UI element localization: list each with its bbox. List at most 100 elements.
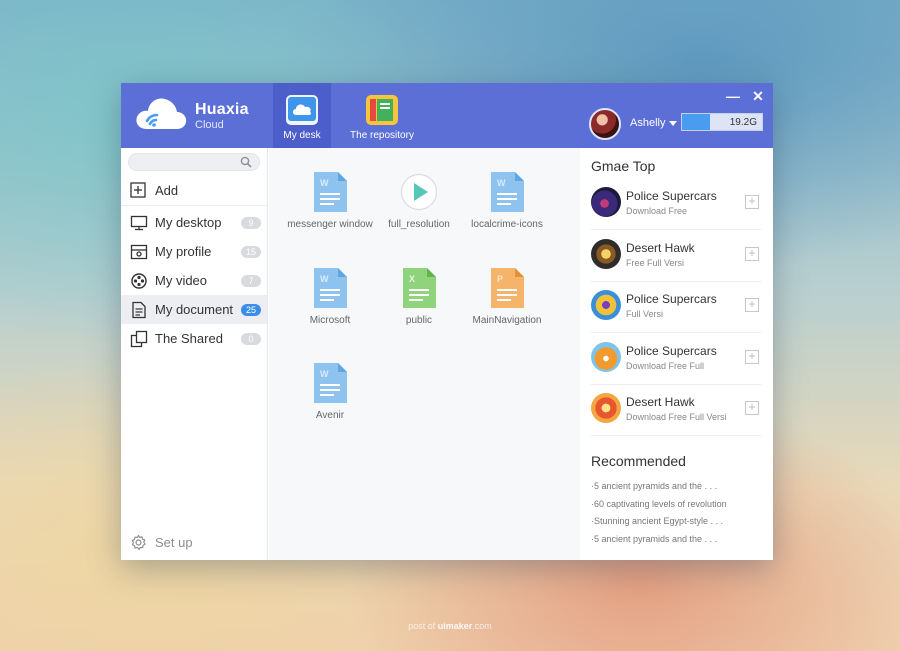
sidebar-item-my-profile[interactable]: My profile 15 <box>121 237 267 266</box>
word-file-icon: W <box>314 268 347 308</box>
sidebar-item-my-desktop[interactable]: My desktop 9 <box>121 208 267 237</box>
game-subtitle: Download Free <box>626 206 688 216</box>
svg-text:W: W <box>320 274 329 284</box>
file-item[interactable]: W messenger window <box>285 171 375 231</box>
file-item[interactable]: W Avenir <box>285 362 375 422</box>
file-item[interactable]: full_resolution <box>374 171 464 231</box>
recommended-link[interactable]: ·5 ancient pyramids and the . . . <box>591 481 717 491</box>
count-badge: 9 <box>241 216 261 229</box>
credit-prefix: post of <box>408 621 438 631</box>
file-name: messenger window <box>287 219 373 230</box>
shared-icon <box>130 330 148 347</box>
add-game-button[interactable]: + <box>745 195 759 209</box>
game-icon <box>591 187 621 217</box>
chevron-down-icon[interactable] <box>669 121 677 126</box>
game-icon <box>591 342 621 372</box>
sidebar-item-label: My desktop <box>155 215 222 230</box>
file-name: Microsoft <box>309 315 351 326</box>
file-item[interactable]: W Microsoft <box>285 267 375 327</box>
sidebar-item-label: My document <box>155 302 234 317</box>
profile-icon <box>130 244 148 259</box>
svg-text:X: X <box>409 274 415 284</box>
count-badge: 7 <box>241 274 261 287</box>
game-name: Police Supercars <box>626 292 717 306</box>
file-name: public <box>405 315 433 326</box>
add-game-button[interactable]: + <box>745 298 759 312</box>
add-game-button[interactable]: + <box>745 401 759 415</box>
recommended-link[interactable]: ·60 captivating levels of revolution <box>591 499 727 509</box>
game-item[interactable]: Desert Hawk Download Free Full Versi + <box>591 384 761 436</box>
credit-text: post of uimaker.com <box>0 621 900 631</box>
setup-button[interactable]: Set up <box>130 534 193 551</box>
avatar[interactable] <box>589 108 621 140</box>
game-item[interactable]: Desert Hawk Free Full Versi + <box>591 230 761 282</box>
app-window: Huaxia Cloud My desk The repository Ashe… <box>121 83 773 560</box>
plus-box-icon <box>130 182 146 198</box>
svg-text:W: W <box>320 178 329 188</box>
game-subtitle: Free Full Versi <box>626 258 685 268</box>
file-area: W messenger window full_resolution W loc… <box>269 148 580 560</box>
file-item[interactable]: W localcrime-icons <box>462 171 552 231</box>
game-icon <box>591 393 621 423</box>
close-button[interactable]: ✕ <box>751 89 765 103</box>
tab-the-repository[interactable]: The repository <box>345 83 419 148</box>
game-name: Police Supercars <box>626 344 717 358</box>
credit-suffix: .com <box>472 621 492 631</box>
storage-label: 19.2G <box>729 117 757 128</box>
svg-text:P: P <box>497 274 503 284</box>
file-item[interactable]: P MainNavigation <box>462 267 552 327</box>
file-name: MainNavigation <box>472 315 542 326</box>
game-item[interactable]: Police Supercars Full Versi + <box>591 281 761 333</box>
sidebar-item-label: My profile <box>155 244 212 259</box>
file-item[interactable]: X public <box>374 267 464 327</box>
count-badge: 0 <box>241 332 261 345</box>
file-name: full_resolution <box>388 219 450 230</box>
user-name[interactable]: Ashelly <box>630 117 665 129</box>
sidebar-item-my-video[interactable]: My video 7 <box>121 266 267 295</box>
add-button[interactable]: Add <box>130 180 178 200</box>
game-subtitle: Full Versi <box>626 309 664 319</box>
add-game-button[interactable]: + <box>745 350 759 364</box>
recommended-link[interactable]: ·Stunning ancient Egypt-style . . . <box>591 516 723 526</box>
game-item[interactable]: Police Supercars Download Free Full + <box>591 333 761 385</box>
setup-label: Set up <box>155 535 193 550</box>
count-badge: 15 <box>241 245 261 258</box>
game-name: Desert Hawk <box>626 395 695 409</box>
game-subtitle: Download Free Full Versi <box>626 412 727 422</box>
recommended-title: Recommended <box>591 453 686 469</box>
right-panel: Gmae Top Police Supercars Download Free … <box>581 148 773 560</box>
excel-file-icon: X <box>403 268 436 308</box>
cloud-logo-icon <box>136 98 187 129</box>
film-reel-icon <box>131 272 147 289</box>
monitor-icon <box>130 215 148 230</box>
document-icon <box>132 301 146 318</box>
ppt-file-icon: P <box>491 268 524 308</box>
credit-brand: uimaker <box>437 621 473 631</box>
storage-fill <box>682 114 710 130</box>
brand-name: Huaxia <box>195 101 249 118</box>
game-subtitle: Download Free Full <box>626 361 705 371</box>
tab-the-repository-label: The repository <box>350 130 414 141</box>
top-bar: Huaxia Cloud My desk The repository Ashe… <box>121 83 773 148</box>
word-file-icon: W <box>314 172 347 212</box>
search-input[interactable] <box>128 153 260 171</box>
file-name: Avenir <box>315 410 345 421</box>
cloud-icon <box>286 95 318 125</box>
sidebar-item-the-shared[interactable]: The Shared 0 <box>121 324 267 353</box>
tab-my-desk[interactable]: My desk <box>273 83 331 148</box>
brand-subtitle: Cloud <box>195 119 224 131</box>
svg-text:W: W <box>320 369 329 379</box>
storage-bar: 19.2G <box>681 113 763 131</box>
game-icon <box>591 290 621 320</box>
recommended-link[interactable]: ·5 ancient pyramids and the . . . <box>591 534 717 544</box>
game-name: Desert Hawk <box>626 241 695 255</box>
add-game-button[interactable]: + <box>745 247 759 261</box>
game-top-title: Gmae Top <box>591 158 656 174</box>
minimize-button[interactable]: — <box>726 89 740 103</box>
sidebar-item-my-document[interactable]: My document 25 <box>121 295 267 324</box>
game-item[interactable]: Police Supercars Download Free + <box>591 178 761 230</box>
books-icon <box>366 95 398 125</box>
play-video-icon <box>400 173 438 211</box>
word-file-icon: W <box>491 172 524 212</box>
search-icon[interactable] <box>240 156 252 168</box>
